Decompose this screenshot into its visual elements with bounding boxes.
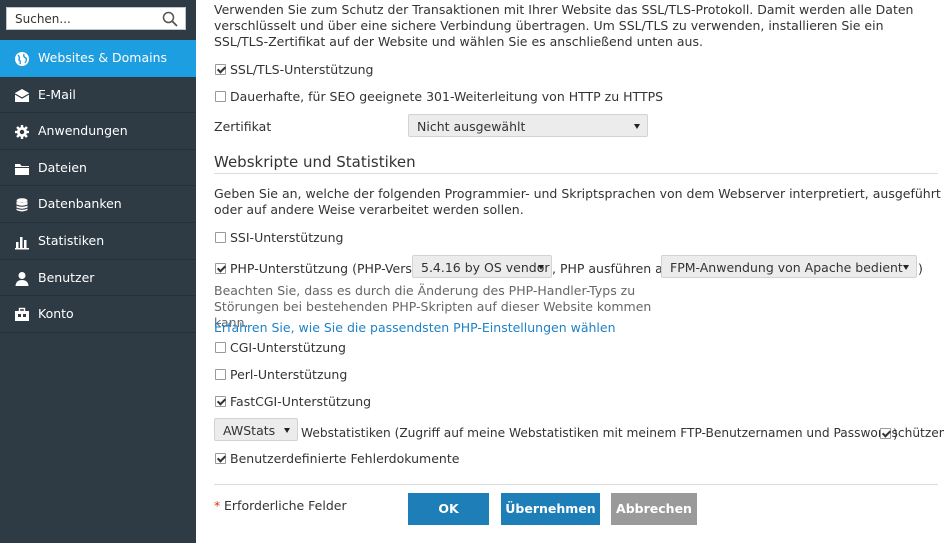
sidebar-item-statistics[interactable]: Statistiken — [0, 223, 196, 260]
sidebar-item-account[interactable]: Konto — [0, 296, 196, 333]
php-version-value: 5.4.16 by OS vendor — [421, 260, 550, 275]
user-icon — [15, 271, 29, 286]
required-fields-label: Erforderliche Felder — [224, 498, 347, 513]
sidebar-item-label: Datenbanken — [38, 196, 122, 212]
sidebar-nav: Websites & Domains E-Mail Anwendungen Da… — [0, 40, 196, 333]
ssi-label: SSI-Unterstützung — [230, 230, 344, 245]
error-documents-label: Benutzerdefinierte Fehlerdokumente — [230, 451, 460, 466]
https-redirect-label: Dauerhafte, für SEO geeignete 301-Weiter… — [230, 89, 664, 104]
scripting-intro-text: Geben Sie an, welche der folgenden Progr… — [214, 186, 941, 217]
certificate-label: Zertifikat — [214, 119, 272, 134]
search-input[interactable] — [15, 11, 155, 26]
briefcase-icon — [15, 307, 29, 322]
chevron-down-icon — [903, 265, 909, 270]
section-divider — [214, 173, 938, 174]
perl-checkbox[interactable] — [215, 369, 226, 380]
php-settings-link[interactable]: Erfahren Sie, wie Sie die passendsten PH… — [214, 320, 616, 335]
sidebar-item-websites-domains[interactable]: Websites & Domains — [0, 40, 196, 77]
chevron-down-icon — [634, 124, 640, 129]
ssi-checkbox[interactable] — [215, 232, 226, 243]
sidebar-item-label: E-Mail — [38, 86, 76, 102]
section-title: Webskripte und Statistiken — [214, 153, 416, 171]
https-redirect-checkbox[interactable] — [215, 91, 226, 102]
sidebar-item-users[interactable]: Benutzer — [0, 260, 196, 297]
web-statistics-label: Webstatistiken (Zugriff auf meine Websta… — [301, 426, 944, 440]
certificate-select-value: Nicht ausgewählt — [417, 119, 526, 134]
cgi-checkbox[interactable] — [215, 342, 226, 353]
php-close-paren: ) — [918, 261, 923, 276]
required-star: * — [214, 498, 221, 513]
sidebar-item-label: Statistiken — [38, 232, 105, 248]
sidebar-item-label: Websites & Domains — [38, 50, 168, 65]
folder-icon — [15, 163, 29, 175]
stats-close-paren: ) — [893, 426, 898, 441]
sidebar-item-label: Dateien — [38, 159, 87, 175]
main-content: Verwenden Sie zum Schutz der Transaktion… — [196, 0, 944, 543]
gear-icon — [15, 125, 29, 140]
php-handler-select[interactable]: FPM-Anwendung von Apache bedient — [661, 255, 917, 278]
fastcgi-checkbox[interactable] — [215, 396, 226, 407]
fastcgi-label: FastCGI-Unterstützung — [230, 394, 372, 409]
bar-chart-icon — [15, 236, 29, 250]
envelope-icon — [14, 88, 30, 102]
stats-protect-checkbox[interactable] — [880, 428, 891, 439]
sidebar-item-databases[interactable]: Datenbanken — [0, 186, 196, 223]
php-label: PHP-Unterstützung (PHP-Version — [230, 261, 431, 276]
apply-button[interactable]: Übernehmen — [501, 493, 600, 525]
database-icon — [16, 198, 28, 212]
globe-icon — [15, 52, 29, 66]
web-statistics-select[interactable]: AWStats — [214, 418, 298, 441]
search-icon[interactable] — [162, 11, 178, 27]
sidebar-item-label: Benutzer — [38, 269, 95, 285]
certificate-select[interactable]: Nicht ausgewählt — [408, 114, 648, 137]
chevron-down-icon — [284, 428, 290, 433]
ssl-intro-text: Verwenden Sie zum Schutz der Transaktion… — [214, 2, 914, 49]
sidebar-item-email[interactable]: E-Mail — [0, 77, 196, 114]
php-checkbox[interactable] — [215, 263, 226, 274]
search-box[interactable] — [6, 7, 186, 30]
footer-divider — [214, 484, 938, 485]
ssl-support-label: SSL/TLS-Unterstützung — [230, 62, 374, 77]
php-run-as-label: , PHP ausführen als — [552, 261, 673, 276]
perl-label: Perl-Unterstützung — [230, 367, 348, 382]
sidebar-item-label: Konto — [38, 306, 74, 322]
cgi-label: CGI-Unterstützung — [230, 340, 346, 355]
php-handler-value: FPM-Anwendung von Apache bedient — [670, 260, 903, 275]
php-version-select[interactable]: 5.4.16 by OS vendor — [412, 255, 552, 278]
ok-button[interactable]: OK — [408, 493, 489, 525]
cancel-button[interactable]: Abbrechen — [611, 493, 697, 525]
sidebar: Websites & Domains E-Mail Anwendungen — [0, 0, 196, 543]
web-statistics-value: AWStats — [223, 423, 276, 438]
sidebar-item-label: Anwendungen — [38, 123, 128, 139]
error-documents-checkbox[interactable] — [215, 453, 226, 464]
chevron-down-icon — [538, 265, 544, 270]
sidebar-item-applications[interactable]: Anwendungen — [0, 113, 196, 150]
ssl-support-checkbox[interactable] — [215, 64, 226, 75]
sidebar-item-files[interactable]: Dateien — [0, 150, 196, 187]
